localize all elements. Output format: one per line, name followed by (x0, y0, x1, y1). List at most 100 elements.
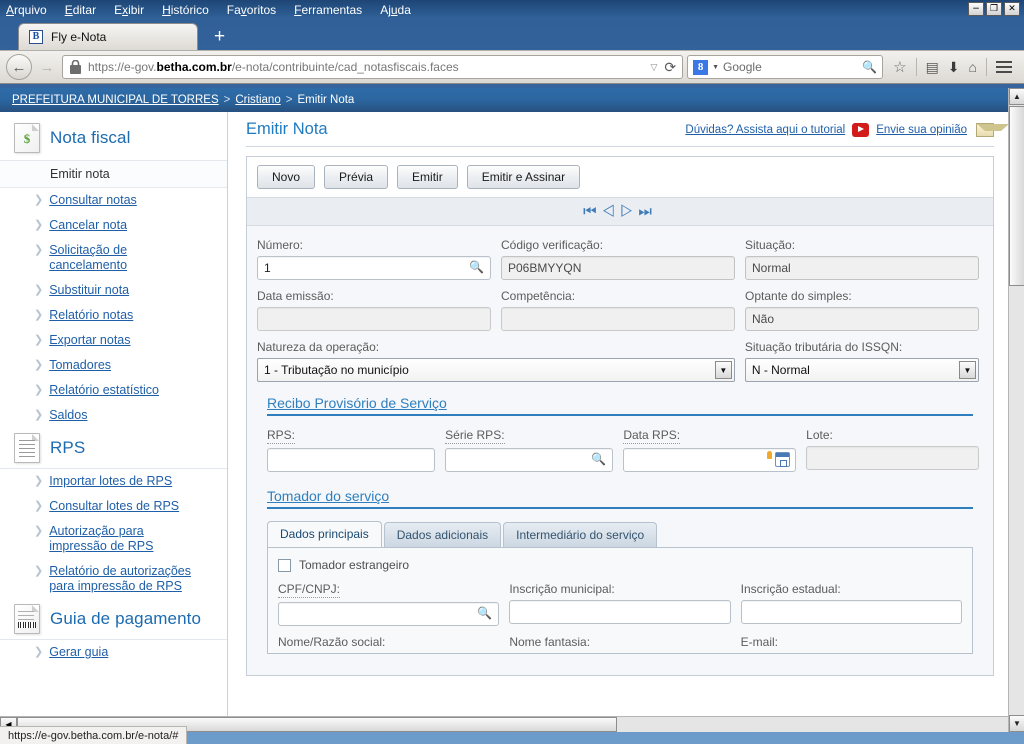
sidebar-item-exportar-notas[interactable]: ❯ Exportar notas (0, 328, 227, 353)
sidebar-item-label[interactable]: Relatório notas (49, 308, 133, 323)
codigo-verificacao-value: P06BMYYQN (508, 261, 582, 275)
sidebar-item-label[interactable]: Exportar notas (49, 333, 130, 348)
natureza-operacao-select[interactable]: 1 - Tributação no município ▼ (257, 358, 735, 382)
sidebar-item-consultar-lotes-rps[interactable]: ❯ Consultar lotes de RPS (0, 494, 227, 519)
numero-input[interactable]: 1 🔍 (257, 256, 491, 280)
search-input[interactable]: Google (723, 60, 762, 74)
emitir-assinar-button[interactable]: Emitir e Assinar (466, 165, 581, 189)
vscroll-up-button[interactable]: ▲ (1009, 88, 1024, 105)
search-engine-chevron-icon[interactable]: ▼ (712, 64, 719, 71)
envelope-icon[interactable] (976, 122, 1008, 137)
breadcrumb-user[interactable]: Cristiano (235, 94, 280, 106)
sidebar-item-solicitacao-cancelamento[interactable]: ❯ Solicitação de cancelamento (0, 238, 227, 278)
menu-exibir[interactable]: Exibir (114, 3, 144, 17)
sidebar-item-label[interactable]: Cancelar nota (49, 218, 127, 233)
sidebar-item-tomadores[interactable]: ❯ Tomadores (0, 353, 227, 378)
sidebar-item-importar-lotes-rps[interactable]: ❯ Importar lotes de RPS (0, 469, 227, 494)
sidebar-group-nota-fiscal[interactable]: $ Nota fiscal (0, 116, 227, 161)
menu-historico[interactable]: Histórico (162, 3, 209, 17)
serie-rps-input[interactable]: 🔍 (445, 448, 614, 472)
pager-prev-button[interactable]: ◁ (602, 203, 620, 220)
browser-tab-fly-enota[interactable]: B Fly e-Nota (18, 23, 198, 50)
menu-favoritos[interactable]: Favoritos (227, 3, 276, 17)
sidebar-item-autorizacao-impressao-rps[interactable]: ❯ Autorização para impressão de RPS (0, 519, 227, 559)
sidebar-item-label[interactable]: Consultar lotes de RPS (49, 499, 179, 514)
sidebar-item-label[interactable]: Consultar notas (49, 193, 137, 208)
breadcrumb-root[interactable]: PREFEITURA MUNICIPAL DE TORRES (12, 94, 219, 106)
vscroll-down-button[interactable]: ▼ (1009, 715, 1024, 732)
field-lote: Lote: (806, 428, 979, 472)
sidebar-group-guia-pagamento[interactable]: Guia de pagamento (0, 599, 227, 640)
reading-list-icon[interactable]: ▤ (926, 59, 939, 76)
sidebar-item-cancelar-nota[interactable]: ❯ Cancelar nota (0, 213, 227, 238)
sidebar-item-label[interactable]: Tomadores (49, 358, 111, 373)
navigation-toolbar: ← → https://e-gov.betha.com.br/e-nota/co… (0, 50, 1024, 84)
new-tab-button[interactable]: + (214, 27, 225, 46)
search-icon[interactable]: 🔍 (477, 606, 492, 620)
inscricao-estadual-input[interactable] (740, 600, 962, 624)
sidebar-item-gerar-guia[interactable]: ❯ Gerar guia (0, 640, 227, 665)
calendar-icon[interactable] (775, 452, 791, 467)
restore-button[interactable]: ❐ (986, 2, 1002, 16)
video-play-icon[interactable] (852, 122, 870, 137)
sidebar-item-consultar-notas[interactable]: ❯ Consultar notas (0, 188, 227, 213)
menu-arquivo[interactable]: AArquivorquivo (6, 3, 47, 17)
search-icon[interactable]: 🔍 (591, 452, 606, 466)
sidebar-item-label[interactable]: Gerar guia (49, 645, 108, 660)
vscroll-thumb[interactable] (1009, 106, 1024, 286)
chevron-down-icon[interactable]: ▼ (714, 361, 732, 379)
rps-input[interactable] (267, 448, 436, 472)
back-button[interactable]: ← (6, 54, 32, 80)
sidebar-item-label[interactable]: Relatório estatístico (49, 383, 159, 398)
close-button[interactable]: ✕ (1004, 2, 1020, 16)
previa-button[interactable]: Prévia (324, 165, 389, 189)
search-icon[interactable]: 🔍 (862, 60, 877, 74)
tomador-estrangeiro-row[interactable]: Tomador estrangeiro (278, 558, 962, 572)
bookmark-star-icon[interactable]: ☆ (893, 58, 906, 76)
reload-icon[interactable]: ⟳ (664, 59, 676, 76)
downloads-icon[interactable]: ⬇ (948, 59, 960, 76)
sidebar-item-label[interactable]: Substituir nota (49, 283, 129, 298)
cpf-cnpj-input[interactable]: 🔍 (278, 602, 500, 626)
tutorial-link[interactable]: Dúvidas? Assista aqui o tutorial (685, 124, 845, 136)
tab-intermediario-servico[interactable]: Intermediário do serviço (503, 522, 658, 547)
menu-ferramentas[interactable]: Ferramentas (294, 3, 362, 17)
vertical-scrollbar[interactable]: ▲ ▼ (1008, 88, 1024, 732)
sidebar-group-rps[interactable]: RPS (0, 428, 227, 469)
sidebar-item-substituir-nota[interactable]: ❯ Substituir nota (0, 278, 227, 303)
emitir-button[interactable]: Emitir (397, 165, 458, 189)
sidebar-item-label[interactable]: Saldos (49, 408, 87, 423)
field-serie-rps: Série RPS: 🔍 (445, 428, 614, 472)
tab-dados-adicionais[interactable]: Dados adicionais (383, 522, 502, 547)
sidebar-item-relatorio-notas[interactable]: ❯ Relatório notas (0, 303, 227, 328)
sidebar-item-label[interactable]: Relatório de autorizações para impressão… (49, 564, 219, 594)
menu-ajuda[interactable]: Ajuda (380, 3, 411, 17)
situacao-tributaria-select[interactable]: N - Normal ▼ (744, 358, 979, 382)
search-bar[interactable]: 8 ▼ Google 🔍 (687, 55, 884, 79)
forward-button[interactable]: → (36, 54, 58, 80)
novo-button[interactable]: Novo (257, 165, 316, 189)
dropmarker-icon[interactable]: ▽ (650, 62, 657, 73)
minimize-button[interactable]: − (968, 2, 984, 16)
tomador-estrangeiro-checkbox[interactable] (278, 558, 291, 572)
sidebar-item-label[interactable]: Importar lotes de RPS (49, 474, 172, 489)
chevron-down-icon[interactable]: ▼ (959, 361, 976, 379)
inscricao-municipal-input[interactable] (509, 600, 731, 624)
home-icon[interactable]: ⌂ (969, 59, 977, 75)
sidebar-item-emitir-nota[interactable]: Emitir nota (0, 161, 227, 188)
menu-editar[interactable]: Editar (65, 3, 96, 17)
menu-hamburger-icon[interactable] (996, 61, 1012, 73)
sidebar-item-saldos[interactable]: ❯ Saldos (0, 403, 227, 428)
pager-first-button[interactable]: ⏮ (583, 203, 602, 220)
sidebar-item-relatorio-autorizacoes-rps[interactable]: ❯ Relatório de autorizações para impress… (0, 559, 227, 599)
sidebar-item-label[interactable]: Solicitação de cancelamento (49, 243, 179, 273)
feedback-link[interactable]: Envie sua opinião (876, 124, 967, 136)
tab-dados-principais[interactable]: Dados principais (267, 521, 382, 547)
data-rps-input[interactable] (623, 448, 797, 472)
sidebar-item-label[interactable]: Autorização para impressão de RPS (49, 524, 174, 554)
search-icon[interactable]: 🔍 (469, 260, 484, 274)
pager-last-button[interactable]: ⏭ (638, 203, 657, 220)
sidebar-item-relatorio-estatistico[interactable]: ❯ Relatório estatístico (0, 378, 227, 403)
address-bar[interactable]: https://e-gov.betha.com.br/e-nota/contri… (62, 55, 684, 79)
pager-next-button[interactable]: ▷ (620, 203, 638, 220)
